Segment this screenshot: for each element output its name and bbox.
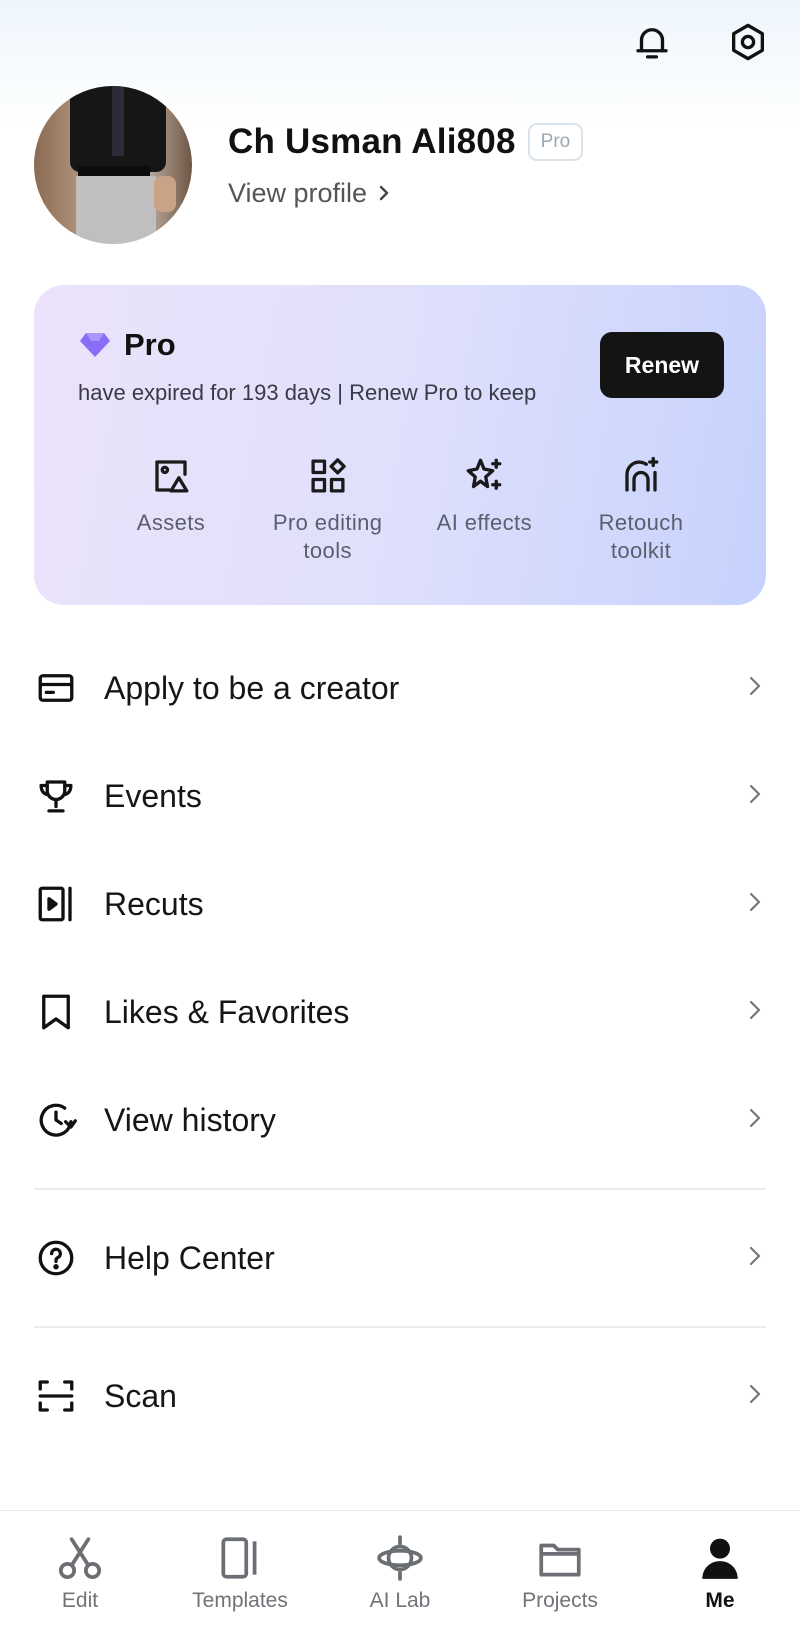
avatar[interactable] xyxy=(34,86,192,244)
tab-edit[interactable]: Edit xyxy=(5,1533,155,1642)
gear-hex-icon[interactable] xyxy=(724,18,772,66)
menu-item-likes-favorites[interactable]: Likes & Favorites xyxy=(34,958,766,1066)
chevron-right-icon xyxy=(379,185,389,201)
profile-info: Ch Usman Ali808 Pro View profile xyxy=(228,121,584,209)
feature-label: Assets xyxy=(136,510,206,535)
profile-name-row: Ch Usman Ali808 Pro xyxy=(228,121,584,162)
person-icon xyxy=(702,1538,738,1579)
grid-icon xyxy=(311,458,346,493)
menu-item-apply-creator[interactable]: Apply to be a creator xyxy=(34,634,766,742)
menu-item-label: View history xyxy=(104,1101,276,1138)
menu-item-label: Likes & Favorites xyxy=(104,993,350,1030)
bottom-tab-bar: Edit Templates AI Lab Projects Me xyxy=(0,1510,800,1642)
feature-assets[interactable]: Assets xyxy=(96,455,246,565)
tab-templates[interactable]: Templates xyxy=(165,1533,315,1642)
tab-ai-lab[interactable]: AI Lab xyxy=(325,1533,475,1642)
trophy-icon xyxy=(34,774,78,818)
menu-item-label: Help Center xyxy=(104,1239,275,1276)
pro-title: Pro xyxy=(78,327,176,363)
feature-label: AI effects xyxy=(436,510,532,535)
scissors-icon xyxy=(58,1537,102,1580)
tab-label: Me xyxy=(705,1589,735,1612)
feature-pro-editing-tools[interactable]: Pro editing tools xyxy=(253,455,403,565)
ai-lab-icon xyxy=(377,1535,423,1581)
profile-name: Ch Usman Ali808 xyxy=(228,121,516,161)
menu-item-label: Events xyxy=(104,777,202,814)
chevron-right-icon xyxy=(744,891,766,918)
tab-projects[interactable]: Projects xyxy=(485,1533,635,1642)
menu-item-help-center[interactable]: Help Center xyxy=(34,1204,766,1312)
menu-item-recuts[interactable]: Recuts xyxy=(34,850,766,958)
chevron-right-icon xyxy=(744,675,766,702)
tab-label: Projects xyxy=(522,1589,598,1612)
profile-header: Ch Usman Ali808 Pro View profile xyxy=(34,86,584,244)
pro-badge: Pro xyxy=(527,122,584,161)
feature-ai-effects[interactable]: AI effects xyxy=(409,455,559,565)
pro-membership-card: Pro have expired for 193 days | Renew Pr… xyxy=(34,285,766,605)
tab-label: AI Lab xyxy=(369,1589,431,1612)
menu-item-label: Scan xyxy=(104,1377,177,1414)
bookmark-icon xyxy=(34,990,78,1034)
chevron-right-icon xyxy=(744,1245,766,1272)
history-icon xyxy=(34,1098,78,1142)
menu-item-label: Apply to be a creator xyxy=(104,669,400,706)
chevron-right-icon xyxy=(744,1107,766,1134)
sparkle-icon xyxy=(466,458,502,490)
pro-title-label: Pro xyxy=(124,327,176,362)
bell-icon[interactable] xyxy=(628,18,676,66)
top-bar xyxy=(628,18,772,66)
tab-label: Templates xyxy=(192,1589,288,1612)
menu-item-label: Recuts xyxy=(104,885,204,922)
feature-label: Retouch toolkit xyxy=(598,510,684,564)
diamond-icon xyxy=(80,333,110,357)
assets-icon xyxy=(155,460,189,493)
settings-menu: Apply to be a creator Events Recuts Like… xyxy=(34,634,766,1450)
tab-me[interactable]: Me xyxy=(645,1533,795,1642)
card-icon xyxy=(34,666,78,710)
view-profile-link[interactable]: View profile xyxy=(228,178,583,209)
tab-label: Edit xyxy=(61,1589,99,1612)
divider xyxy=(34,1188,766,1190)
feature-label: Pro editing tools xyxy=(272,510,383,564)
divider xyxy=(34,1326,766,1328)
feature-retouch-toolkit[interactable]: Retouch toolkit xyxy=(566,455,716,565)
menu-item-view-history[interactable]: View history xyxy=(34,1066,766,1174)
help-icon xyxy=(34,1236,78,1280)
pro-expiry-text: have expired for 193 days | Renew Pro to… xyxy=(78,380,537,405)
templates-icon xyxy=(221,1537,257,1579)
menu-item-events[interactable]: Events xyxy=(34,742,766,850)
chevron-right-icon xyxy=(744,1383,766,1410)
view-profile-label: View profile xyxy=(228,177,368,208)
pro-features: Assets Pro editing tools AI effects Retou… xyxy=(96,455,716,565)
folder-icon xyxy=(539,1543,581,1577)
scan-icon xyxy=(34,1374,78,1418)
play-frame-icon xyxy=(34,882,78,926)
chevron-right-icon xyxy=(744,783,766,810)
menu-item-scan[interactable]: Scan xyxy=(34,1342,766,1450)
retouch-icon xyxy=(625,456,659,492)
renew-button[interactable]: Renew xyxy=(600,332,724,398)
chevron-right-icon xyxy=(744,999,766,1026)
